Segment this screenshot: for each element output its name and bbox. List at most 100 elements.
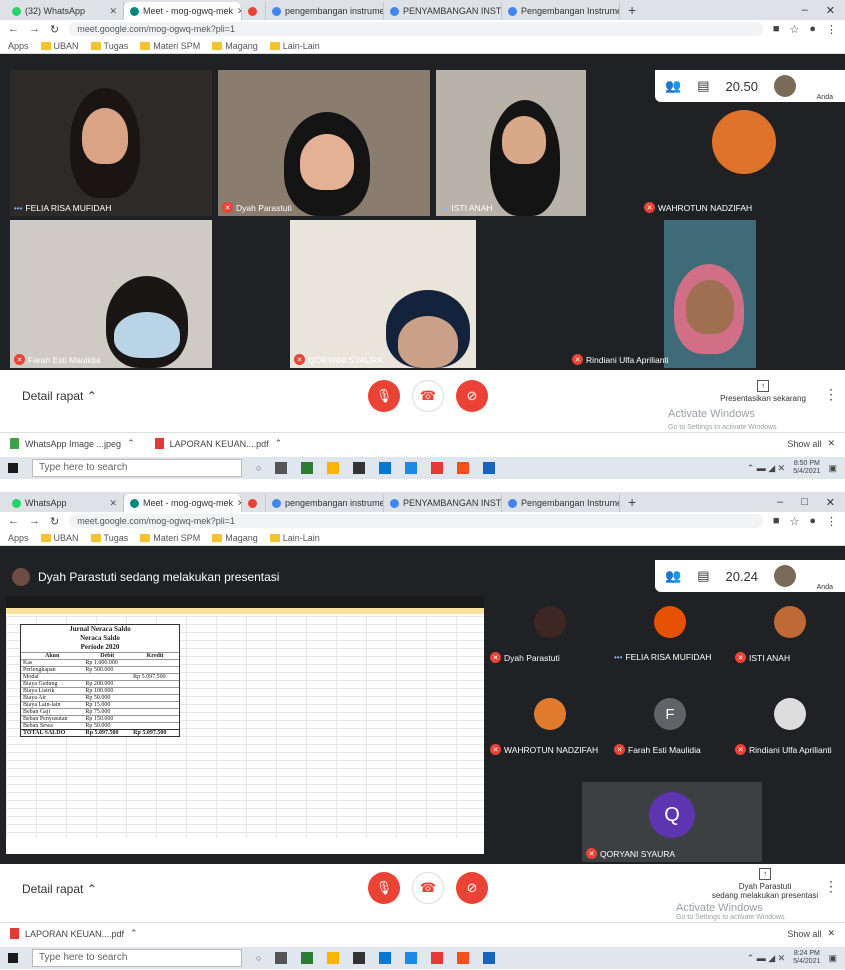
powerpoint-icon[interactable] [457, 462, 470, 474]
menu-icon[interactable]: ⋮ [826, 515, 837, 528]
show-all-button[interactable]: Show all [787, 439, 821, 449]
close-window-button[interactable]: ✕ [826, 496, 835, 509]
download-item[interactable]: LAPORAN KEUAN....pdf [170, 439, 269, 449]
file-explorer-icon[interactable] [327, 462, 340, 474]
camera-toggle-button[interactable]: ⊘ [456, 872, 488, 904]
participant-thumb[interactable]: ✕ Rindiani Ulfa Aprilianti [735, 698, 845, 758]
profile-icon[interactable]: ● [809, 23, 816, 35]
bookmark-folder[interactable]: Lain-Lain [269, 533, 320, 543]
shared-screen-spreadsheet[interactable]: Jurnal Neraca Saldo Neraca Saldo Periode… [6, 596, 484, 854]
tab-whatsapp[interactable]: (32) WhatsApp ✕ [6, 2, 124, 20]
avatar[interactable] [774, 565, 797, 587]
show-all-button[interactable]: Show all [787, 929, 821, 939]
chat-icon[interactable]: ▤ [697, 78, 709, 94]
tab-recording[interactable] [242, 2, 266, 20]
video-tile[interactable]: ✕ QORYANI SYAURA [290, 220, 476, 368]
camera-icon[interactable]: ■ [773, 23, 780, 35]
app-icon[interactable] [405, 462, 418, 474]
more-options-icon[interactable]: ⋮ [824, 386, 838, 403]
video-tile[interactable]: ✕ Dyah Parastuti [218, 70, 430, 216]
chevron-up-icon[interactable]: ⌃ [127, 438, 135, 449]
new-tab-button[interactable]: + [620, 494, 644, 510]
back-icon[interactable]: ← [8, 515, 19, 527]
taskbar-search-input[interactable]: Type here to search [32, 459, 242, 477]
task-view-icon[interactable] [275, 952, 288, 964]
bookmark-folder[interactable]: Lain-Lain [269, 41, 320, 51]
bookmark-folder[interactable]: UBAN [40, 41, 79, 51]
participant-thumb[interactable]: ✕ WAHROTUN NADZIFAH [490, 698, 610, 758]
clock[interactable]: 8:50 PM 5/4/2021 [793, 460, 820, 476]
start-icon[interactable] [8, 463, 18, 473]
tab-recording[interactable] [242, 494, 266, 512]
close-icon[interactable]: ✕ [827, 928, 835, 939]
meeting-details-button[interactable]: Detail rapat ⌃ [22, 389, 97, 403]
notifications-icon[interactable]: ▣ [828, 463, 837, 474]
camera-toggle-button[interactable]: ⊘ [456, 380, 488, 412]
bookmark-folder[interactable]: Tugas [90, 533, 128, 543]
reload-icon[interactable]: ↻ [50, 515, 59, 528]
close-icon[interactable]: ✕ [109, 6, 117, 17]
bookmark-folder[interactable]: Magang [212, 533, 258, 543]
new-tab-button[interactable]: + [620, 2, 644, 18]
close-window-button[interactable]: ✕ [826, 4, 835, 17]
video-tile[interactable]: ✕ Rindiani Ulfa Aprilianti [568, 220, 845, 368]
clock[interactable]: 8:24 PM 5/4/2021 [793, 950, 820, 966]
download-item[interactable]: WhatsApp Image ...jpeg [25, 439, 121, 449]
participant-thumb[interactable]: ••• FELIA RISA MUFIDAH [610, 606, 730, 666]
bookmark-apps[interactable]: Apps [8, 41, 29, 51]
url-field[interactable]: meet.google.com/mog-ogwq-mek?pli=1 [69, 22, 763, 36]
minimize-button[interactable]: – [802, 4, 808, 17]
people-icon[interactable]: 👥 [665, 568, 681, 584]
chevron-up-icon[interactable]: ⌃ [130, 928, 138, 939]
forward-icon[interactable]: → [29, 23, 40, 35]
download-item[interactable]: LAPORAN KEUAN....pdf [25, 929, 124, 939]
mail-icon[interactable] [379, 462, 392, 474]
tab-docs-3[interactable]: Pengembangan Instrumen Te✕ [502, 2, 620, 20]
presenting-status-button[interactable]: ↑ Dyah Parastuti sedang melakukan presenta… [700, 868, 830, 900]
store-icon[interactable] [353, 462, 366, 474]
back-icon[interactable]: ← [8, 23, 19, 35]
mic-toggle-button[interactable]: 🎙 [368, 380, 400, 412]
app-icon[interactable] [405, 952, 418, 964]
minimize-button[interactable]: – [777, 496, 783, 509]
notifications-icon[interactable]: ▣ [828, 953, 837, 964]
close-icon[interactable]: ✕ [109, 498, 117, 509]
bookmark-folder[interactable]: Tugas [90, 41, 128, 51]
video-tile[interactable]: ••• ISTI ANAH [436, 70, 586, 216]
bookmark-folder[interactable]: Magang [212, 41, 258, 51]
star-icon[interactable]: ☆ [789, 23, 799, 36]
profile-icon[interactable]: ● [809, 515, 816, 527]
star-icon[interactable]: ☆ [789, 515, 799, 528]
participant-thumb[interactable]: Q ✕ QORYANI SYAURA [582, 782, 762, 862]
tray-icons[interactable]: ⌃ ▬ ◢ ✕ [747, 953, 786, 964]
maximize-button[interactable]: □ [801, 496, 808, 509]
reload-icon[interactable]: ↻ [50, 23, 59, 36]
bookmark-apps[interactable]: Apps [8, 533, 29, 543]
video-tile[interactable]: ✕ Farah Esti Maulidia [10, 220, 212, 368]
cortana-icon[interactable]: ○ [256, 463, 261, 473]
camera-icon[interactable]: ■ [773, 515, 780, 527]
chrome-icon[interactable] [431, 952, 444, 964]
leave-call-button[interactable]: ☎ [412, 380, 444, 412]
file-explorer-icon[interactable] [327, 952, 340, 964]
participant-thumb[interactable]: ✕ Dyah Parastuti [490, 606, 610, 666]
url-field[interactable]: meet.google.com/mog-ogwq-mek?pli=1 [69, 514, 763, 528]
chevron-up-icon[interactable]: ⌃ [275, 438, 283, 449]
mail-icon[interactable] [379, 952, 392, 964]
bookmark-folder[interactable]: Materi SPM [140, 41, 200, 51]
task-view-icon[interactable] [275, 462, 288, 474]
tab-docs-1[interactable]: pengembangan instrumen pe✕ [266, 494, 384, 512]
tab-docs-1[interactable]: pengembangan instrumen pe✕ [266, 2, 384, 20]
avatar[interactable] [774, 75, 797, 97]
mic-toggle-button[interactable]: 🎙 [368, 872, 400, 904]
store-icon[interactable] [353, 952, 366, 964]
menu-icon[interactable]: ⋮ [826, 23, 837, 36]
chrome-icon[interactable] [431, 462, 444, 474]
more-options-icon[interactable]: ⋮ [824, 878, 838, 895]
participant-thumb[interactable]: ✕ ISTI ANAH [735, 606, 845, 666]
word-icon[interactable] [483, 952, 496, 964]
bookmark-folder[interactable]: UBAN [40, 533, 79, 543]
meeting-details-button[interactable]: Detail rapat ⌃ [22, 882, 97, 896]
forward-icon[interactable]: → [29, 515, 40, 527]
edge-icon[interactable] [301, 952, 314, 964]
